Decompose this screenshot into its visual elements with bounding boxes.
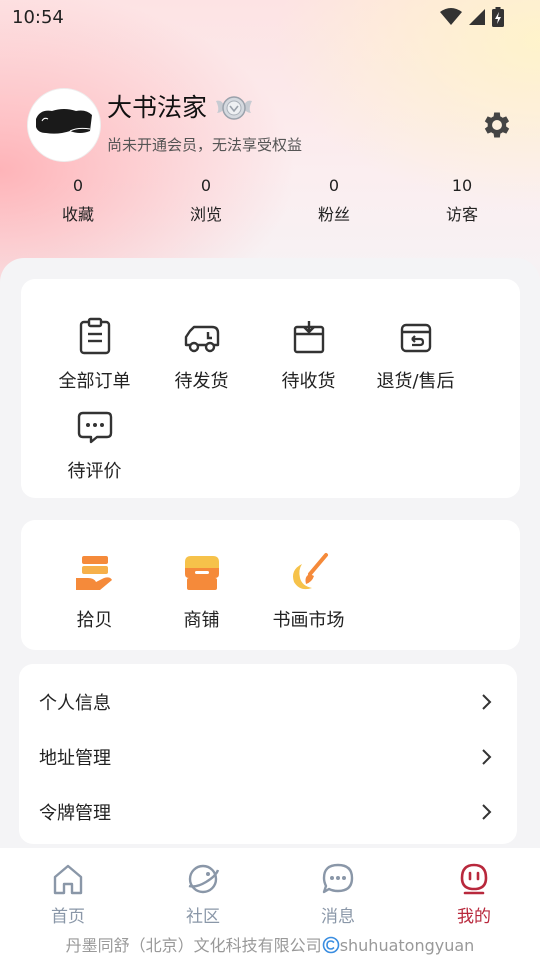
stat-visitors[interactable]: 10 访客 [417,176,507,225]
brand-name: shuhuatongyuan [339,936,475,955]
chat-dots-icon [77,411,112,444]
order-label: 退货/售后 [376,371,455,392]
menu-personal-info[interactable]: 个人信息 [19,674,517,729]
planet-icon [188,864,220,894]
order-label: 待收货 [281,371,336,392]
order-label: 待评价 [67,461,122,482]
service-label: 商铺 [183,610,220,631]
stat-favorites[interactable]: 0 收藏 [33,176,123,225]
profile-stats: 0 收藏 0 浏览 0 粉丝 10 访客 [0,176,540,232]
stat-label: 浏览 [189,205,222,224]
tab-label: 我的 [457,907,491,927]
tab-mine[interactable]: 我的 [424,862,524,927]
system-icons [440,7,504,27]
orders-card: 全部订单 待发货 待收货 退货/售后 待评价 [21,279,520,498]
username: 大书法家 [107,93,208,122]
menu-label: 地址管理 [39,747,111,769]
wifi-icon [440,8,462,25]
clipboard-icon [79,317,110,355]
stat-label: 访客 [445,205,478,224]
return-box-icon [400,323,431,353]
tab-label: 社区 [186,907,220,927]
order-label: 待发货 [174,371,229,392]
order-all[interactable]: 全部订单 [41,311,148,393]
bottom-tab-bar: 首页 社区 消息 我的 [0,848,540,932]
stat-value: 0 [72,176,84,195]
stat-browsed[interactable]: 0 浏览 [161,176,251,225]
order-to-review[interactable]: 待评价 [41,401,148,483]
tab-label: 消息 [321,907,355,927]
truck-icon [184,325,219,353]
services-card: 拾贝 商铺 书画市场 [21,520,520,650]
stat-value: 0 [328,176,340,195]
order-to-ship[interactable]: 待发货 [148,311,255,393]
status-bar: 10:54 [0,0,540,34]
avatar[interactable] [28,89,100,161]
cellular-signal-icon [469,9,485,25]
tab-label: 首页 [51,907,85,927]
stat-value: 0 [200,176,212,195]
tab-community[interactable]: 社区 [153,862,253,927]
gear-icon[interactable] [480,108,514,142]
tab-home[interactable]: 首页 [18,862,118,927]
service-shibei[interactable]: 拾贝 [41,550,148,632]
order-to-receive[interactable]: 待收货 [255,311,362,393]
brush-icon [292,553,328,590]
chevron-right-icon [482,693,492,710]
chevron-right-icon [482,748,492,765]
menu-token-management[interactable]: 令牌管理 [19,784,517,839]
menu-address-management[interactable]: 地址管理 [19,729,517,784]
home-icon [53,864,83,895]
settings-menu-card: 个人信息 地址管理 令牌管理 [19,664,517,844]
battery-charging-icon [492,7,504,27]
stack-hand-icon [75,556,112,590]
menu-label: 令牌管理 [39,802,111,824]
stat-fans[interactable]: 0 粉丝 [289,176,379,225]
copyright-footer: 丹墨同舒（北京）文化科技有限公司 shuhuatongyuan [0,932,540,960]
chevron-right-icon [482,803,492,820]
copyright-icon [322,936,339,954]
stat-label: 粉丝 [317,205,350,224]
shop-icon [184,556,219,590]
service-painting-market[interactable]: 书画市场 [255,550,362,632]
box-download-icon [293,321,324,354]
stat-value: 10 [451,176,473,195]
service-shop[interactable]: 商铺 [148,550,255,632]
status-time: 10:54 [12,6,64,28]
menu-label: 个人信息 [39,692,111,714]
order-label: 全部订单 [58,371,131,392]
stat-label: 收藏 [61,205,94,224]
membership-status: 尚未开通会员，无法享受权益 [107,136,303,154]
order-returns[interactable]: 退货/售后 [362,311,469,393]
member-medal-icon [216,96,252,120]
profile-face-icon [460,863,488,895]
service-label: 拾贝 [76,610,113,631]
tab-messages[interactable]: 消息 [288,862,388,927]
company-name: 丹墨同舒（北京）文化科技有限公司 [65,936,322,955]
message-icon [322,863,354,894]
service-label: 书画市场 [272,610,345,631]
